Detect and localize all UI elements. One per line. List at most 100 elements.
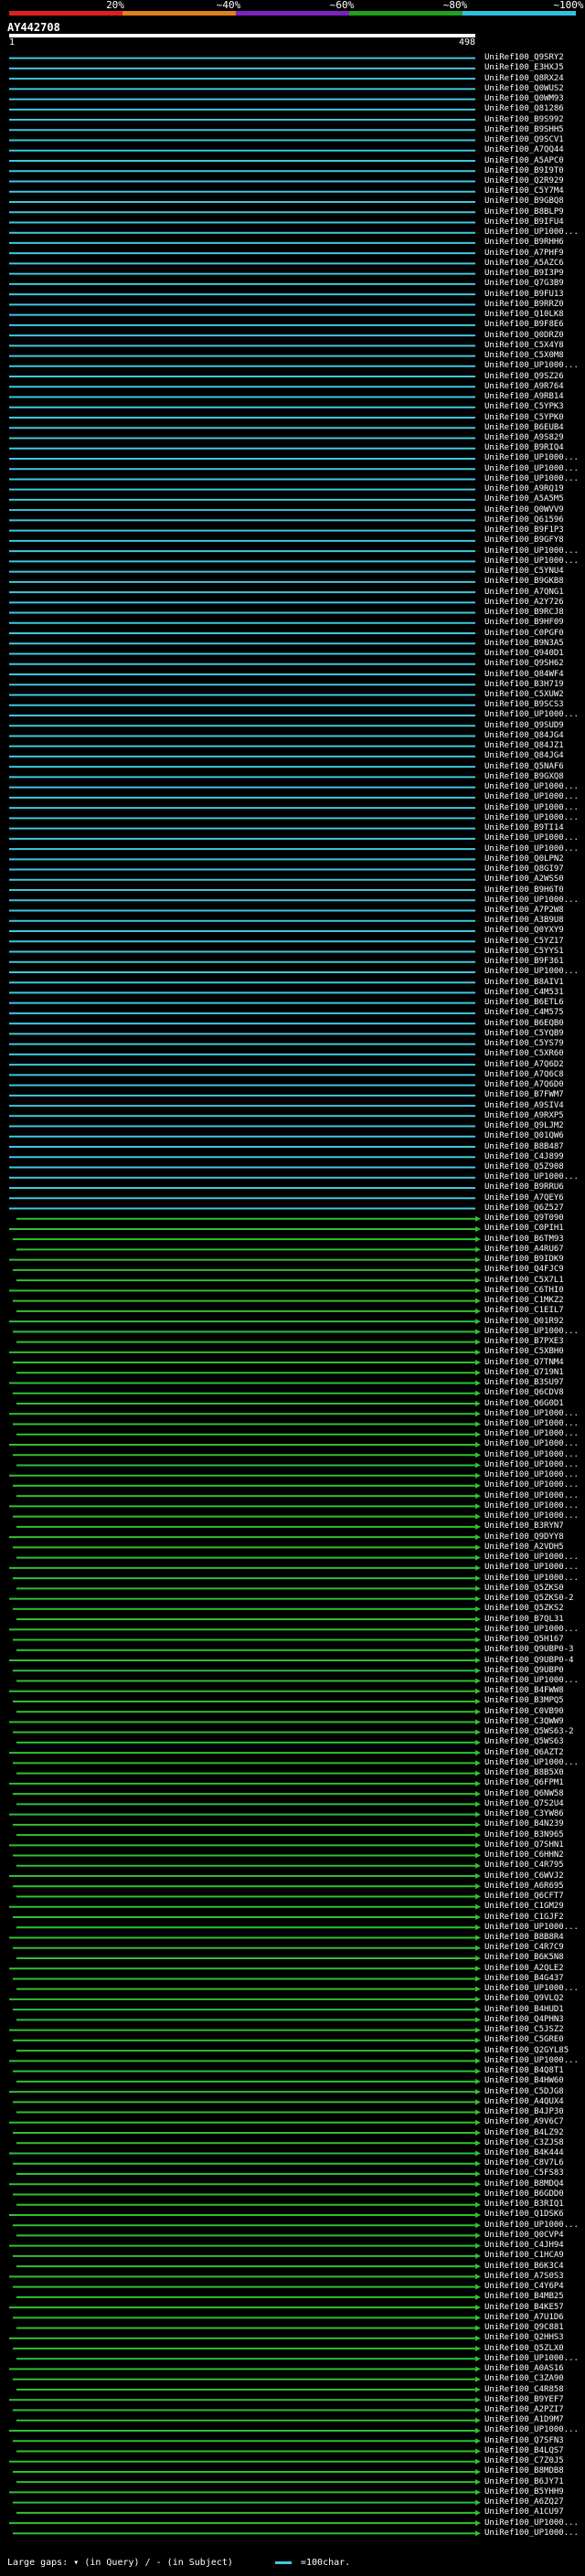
- hit-label[interactable]: UniRef100_Q5WS63: [484, 1738, 564, 1746]
- hit-label[interactable]: UniRef100_A7Q6D0: [484, 1081, 564, 1089]
- hit-label[interactable]: UniRef100_C4JH94: [484, 2242, 564, 2250]
- hit-label[interactable]: UniRef100_C5YPK0: [484, 413, 564, 422]
- hit-label[interactable]: UniRef100_Q5ZKS0-2: [484, 1595, 574, 1603]
- hit-label[interactable]: UniRef100_Q81286: [484, 105, 564, 113]
- hit-label[interactable]: UniRef100_A9SIV4: [484, 1101, 564, 1110]
- hit-label[interactable]: UniRef100_UP1000...: [484, 2426, 579, 2434]
- hit-label[interactable]: UniRef100_Q7G3B9: [484, 280, 564, 288]
- hit-label[interactable]: UniRef100_Q9DYY8: [484, 1532, 564, 1542]
- hit-label[interactable]: UniRef100_Q719N1: [484, 1368, 564, 1377]
- hit-label[interactable]: UniRef100_Q0CVP4: [484, 2231, 564, 2240]
- hit-label[interactable]: UniRef100_UP1000...: [484, 783, 579, 791]
- hit-label[interactable]: UniRef100_UP1000...: [484, 834, 579, 843]
- hit-label[interactable]: UniRef100_B9RRU6: [484, 1183, 564, 1192]
- hit-label[interactable]: UniRef100_B4FWW8: [484, 1687, 564, 1695]
- hit-label[interactable]: UniRef100_B3RIQ1: [484, 2200, 564, 2209]
- hit-label[interactable]: UniRef100_B7FWM7: [484, 1091, 564, 1099]
- hit-label[interactable]: UniRef100_Q940D1: [484, 650, 564, 658]
- hit-label[interactable]: UniRef100_Q6NW58: [484, 1789, 564, 1798]
- hit-label[interactable]: UniRef100_B4Q8T1: [484, 2067, 564, 2075]
- hit-label[interactable]: UniRef100_B9GFY8: [484, 536, 564, 545]
- hit-label[interactable]: UniRef100_C5XBH0: [484, 1348, 564, 1356]
- hit-label[interactable]: UniRef100_A5A5M5: [484, 495, 564, 504]
- hit-label[interactable]: UniRef100_C5JSZ2: [484, 2026, 564, 2034]
- hit-label[interactable]: UniRef100_UP1000...: [484, 2518, 579, 2528]
- hit-label[interactable]: UniRef100_B3H719: [484, 680, 564, 689]
- hit-label[interactable]: UniRef100_B9RHH6: [484, 239, 564, 247]
- hit-label[interactable]: UniRef100_C1GM29: [484, 1903, 564, 1911]
- hit-label[interactable]: UniRef100_Q84JG4: [484, 752, 564, 760]
- hit-label[interactable]: UniRef100_UP1000...: [484, 1471, 579, 1479]
- hit-label[interactable]: UniRef100_Q6CFT7: [484, 1892, 564, 1901]
- hit-label[interactable]: UniRef100_B7PXE3: [484, 1338, 564, 1346]
- hit-label[interactable]: UniRef100_A9RXP5: [484, 1111, 564, 1120]
- hit-label[interactable]: UniRef100_A2PZI7: [484, 2406, 564, 2414]
- hit-label[interactable]: UniRef100_B4KE57: [484, 2303, 564, 2312]
- hit-label[interactable]: UniRef100_B7QL31: [484, 1615, 564, 1624]
- hit-label[interactable]: UniRef100_UP1000...: [484, 557, 579, 566]
- hit-label[interactable]: UniRef100_Q9UBP0-4: [484, 1656, 574, 1665]
- hit-label[interactable]: UniRef100_Q0LPN2: [484, 854, 564, 864]
- hit-label[interactable]: UniRef100_B9RCJ8: [484, 609, 564, 617]
- hit-label[interactable]: UniRef100_C0PIH1: [484, 1224, 564, 1233]
- hit-label[interactable]: UniRef100_B6GDD0: [484, 2189, 564, 2199]
- hit-label[interactable]: UniRef100_B9S992: [484, 115, 564, 124]
- hit-label[interactable]: UniRef100_Q8RX24: [484, 74, 564, 83]
- hit-label[interactable]: UniRef100_C5XR60: [484, 1050, 564, 1058]
- hit-label[interactable]: UniRef100_B9RIQ4: [484, 444, 564, 452]
- hit-label[interactable]: UniRef100_Q9VLQ2: [484, 1995, 564, 2003]
- hit-label[interactable]: UniRef100_B9N3A5: [484, 639, 564, 648]
- hit-label[interactable]: UniRef100_Q9UBP0: [484, 1666, 564, 1675]
- hit-label[interactable]: UniRef100_UP1000...: [484, 1923, 579, 1932]
- hit-label[interactable]: UniRef100_B9HF09: [484, 619, 564, 627]
- hit-label[interactable]: UniRef100_UP1000...: [484, 1440, 579, 1448]
- hit-label[interactable]: UniRef100_B4K444: [484, 2149, 564, 2157]
- hit-label[interactable]: UniRef100_B8B5X0: [484, 1769, 564, 1777]
- hit-label[interactable]: UniRef100_A1D9M7: [484, 2416, 564, 2424]
- hit-label[interactable]: UniRef100_C0VB90: [484, 1707, 564, 1716]
- hit-label[interactable]: UniRef100_Q9SCV1: [484, 136, 564, 144]
- hit-label[interactable]: UniRef100_B9IDK9: [484, 1256, 564, 1264]
- hit-label[interactable]: UniRef100_Q9UBP0-3: [484, 1646, 574, 1654]
- hit-label[interactable]: UniRef100_C5DJG8: [484, 2087, 564, 2096]
- hit-label[interactable]: UniRef100_UP1000...: [484, 793, 579, 801]
- hit-label[interactable]: UniRef100_B9GXQ8: [484, 772, 564, 781]
- hit-label[interactable]: UniRef100_Q2R929: [484, 176, 564, 186]
- hit-label[interactable]: UniRef100_C4J899: [484, 1152, 564, 1161]
- hit-label[interactable]: UniRef100_Q9SRY2: [484, 54, 564, 62]
- hit-label[interactable]: UniRef100_Q84WF4: [484, 670, 564, 679]
- hit-label[interactable]: UniRef100_UP1000...: [484, 1985, 579, 1993]
- hit-label[interactable]: UniRef100_B8BLP9: [484, 207, 564, 217]
- hit-label[interactable]: UniRef100_Q9SUD9: [484, 721, 564, 730]
- hit-label[interactable]: UniRef100_A2Y726: [484, 598, 564, 607]
- hit-label[interactable]: UniRef100_C1HCA9: [484, 2252, 564, 2260]
- hit-label[interactable]: UniRef100_B6EUB4: [484, 423, 564, 432]
- hit-label[interactable]: UniRef100_UP1000...: [484, 1501, 579, 1511]
- hit-label[interactable]: UniRef100_A7Q6C8: [484, 1070, 564, 1079]
- hit-label[interactable]: UniRef100_B9FU13: [484, 290, 564, 299]
- hit-label[interactable]: UniRef100_B8MDB8: [484, 2467, 564, 2475]
- hit-label[interactable]: UniRef100_B3RYN7: [484, 1522, 564, 1531]
- hit-label[interactable]: UniRef100_A4QUX4: [484, 2097, 564, 2106]
- hit-label[interactable]: UniRef100_Q2HHS3: [484, 2334, 564, 2342]
- hit-label[interactable]: UniRef100_C3ZJS8: [484, 2138, 564, 2147]
- hit-label[interactable]: UniRef100_UP1000...: [484, 711, 579, 719]
- hit-label[interactable]: UniRef100_E3HXJ5: [484, 64, 564, 72]
- hit-label[interactable]: UniRef100_B8MDQ4: [484, 2179, 564, 2189]
- hit-label[interactable]: UniRef100_Q5WS63-2: [484, 1728, 574, 1736]
- hit-label[interactable]: UniRef100_UP1000...: [484, 1419, 579, 1428]
- hit-label[interactable]: UniRef100_A6ZQ27: [484, 2498, 564, 2507]
- hit-label[interactable]: UniRef100_A7PHF9: [484, 249, 564, 258]
- hit-label[interactable]: UniRef100_A9R764: [484, 382, 564, 391]
- hit-label[interactable]: UniRef100_A7Q6D2: [484, 1060, 564, 1069]
- hit-label[interactable]: UniRef100_A5APC0: [484, 156, 564, 165]
- hit-label[interactable]: UniRef100_B6ETL6: [484, 999, 564, 1007]
- hit-label[interactable]: UniRef100_UP1000...: [484, 896, 579, 905]
- hit-label[interactable]: UniRef100_UP1000...: [484, 2354, 579, 2363]
- hit-label[interactable]: UniRef100_UP1000...: [484, 1409, 579, 1418]
- hit-label[interactable]: UniRef100_Q6G0D1: [484, 1399, 564, 1408]
- hit-label[interactable]: UniRef100_UP1000...: [484, 1574, 579, 1583]
- hit-label[interactable]: UniRef100_Q6Z527: [484, 1203, 564, 1213]
- hit-label[interactable]: UniRef100_UP1000...: [484, 2528, 579, 2538]
- hit-label[interactable]: UniRef100_Q1DSK6: [484, 2210, 564, 2219]
